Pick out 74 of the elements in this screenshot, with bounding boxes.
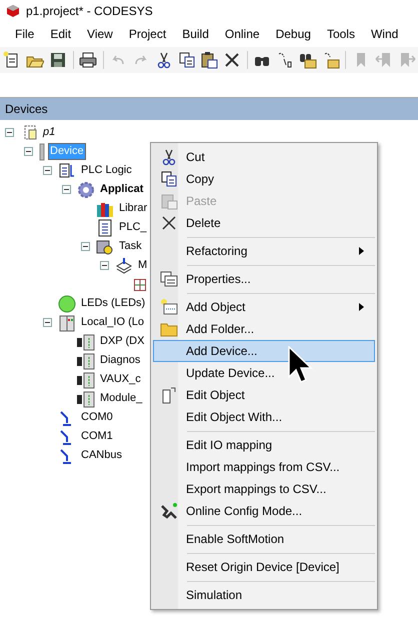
tree-item[interactable]: Module_ bbox=[99, 391, 144, 406]
menu-item[interactable]: View bbox=[79, 25, 121, 43]
properties-icon bbox=[160, 270, 178, 288]
tree-item[interactable]: PLC_ bbox=[118, 220, 148, 235]
collapse-toggle[interactable] bbox=[24, 147, 33, 156]
collapse-toggle[interactable] bbox=[43, 318, 52, 327]
collapse-toggle[interactable] bbox=[81, 242, 90, 251]
module-icon bbox=[77, 390, 95, 408]
module-icon bbox=[58, 314, 76, 332]
task-config-icon bbox=[96, 238, 114, 256]
logic-icon bbox=[58, 162, 76, 180]
gear-icon bbox=[77, 180, 95, 198]
panel-title: Devices bbox=[5, 101, 48, 118]
tree-item[interactable]: LEDs (LEDs) bbox=[80, 296, 146, 311]
context-menu-item[interactable]: Export mappings to CSV... bbox=[153, 478, 375, 500]
context-menu-item[interactable]: Reset Origin Device [Device] bbox=[153, 556, 375, 578]
context-menu-item[interactable]: Delete bbox=[153, 212, 375, 234]
tree-item[interactable]: CANbus bbox=[80, 448, 123, 463]
module-icon bbox=[77, 332, 95, 350]
stack-icon bbox=[115, 256, 133, 274]
context-menu-item[interactable]: Cut bbox=[153, 146, 375, 168]
tree-item[interactable]: Task bbox=[118, 239, 143, 254]
context-menu-item[interactable]: Refactoring bbox=[153, 240, 375, 262]
copy-icon bbox=[160, 170, 178, 188]
tree-item[interactable]: COM1 bbox=[80, 429, 114, 444]
collapse-toggle[interactable] bbox=[62, 185, 71, 194]
context-menu-item[interactable]: Add Device... bbox=[153, 340, 375, 362]
collapse-toggle[interactable] bbox=[43, 166, 52, 175]
context-menu-item[interactable]: Online Config Mode... bbox=[153, 500, 375, 522]
tree-item[interactable]: p1 bbox=[42, 125, 56, 140]
context-menu-item[interactable]: Copy bbox=[153, 168, 375, 190]
context-menu-item[interactable]: Add Object bbox=[153, 296, 375, 318]
tree-item[interactable]: PLC Logic bbox=[80, 163, 133, 178]
scissors-icon bbox=[160, 148, 178, 166]
tree-item[interactable]: DXP (DX bbox=[99, 334, 146, 349]
menu-item[interactable]: Debug bbox=[268, 25, 319, 43]
context-menu-item[interactable]: Import mappings from CSV... bbox=[153, 456, 375, 478]
module-icon bbox=[77, 370, 95, 388]
context-menu-item[interactable]: Update Device... bbox=[153, 362, 375, 384]
collapse-toggle[interactable] bbox=[100, 261, 109, 270]
window-title: p1.project* - CODESYS bbox=[26, 3, 153, 20]
tree-item[interactable]: Local_IO (Lo bbox=[80, 315, 145, 330]
tree-item[interactable]: COM0 bbox=[80, 410, 114, 425]
tree-item[interactable]: M bbox=[137, 258, 148, 273]
tree-item[interactable]: Applicat bbox=[99, 182, 144, 197]
context-menu-item[interactable]: Edit IO mapping bbox=[153, 434, 375, 456]
menu-item[interactable]: Edit bbox=[42, 25, 80, 43]
document-icon bbox=[96, 218, 114, 236]
led-icon bbox=[58, 294, 76, 312]
document-icon bbox=[160, 386, 178, 404]
collapse-toggle[interactable] bbox=[5, 128, 14, 137]
tree-item[interactable]: VAUX_c bbox=[99, 372, 142, 387]
context-menu-item[interactable]: Edit Object bbox=[153, 384, 375, 406]
app-logo-icon bbox=[6, 4, 20, 18]
module-icon bbox=[77, 352, 95, 370]
device-icon bbox=[39, 142, 45, 160]
mouse-pointer-icon bbox=[288, 346, 314, 384]
wrench-icon bbox=[160, 502, 178, 520]
context-menu-item[interactable]: Simulation bbox=[153, 584, 375, 606]
block-icon bbox=[134, 278, 146, 290]
add-object-icon bbox=[160, 298, 178, 316]
context-menu-item[interactable]: Edit Object With... bbox=[153, 406, 375, 428]
context-menu-item[interactable]: Add Folder... bbox=[153, 318, 375, 340]
menu-item[interactable]: Build bbox=[174, 25, 217, 43]
menu-item[interactable]: Project bbox=[120, 25, 174, 43]
delete-icon bbox=[160, 214, 178, 232]
menu-item[interactable]: Online bbox=[216, 25, 268, 43]
tree-item[interactable]: Librar bbox=[118, 201, 148, 216]
tree-item[interactable]: Diagnos bbox=[99, 353, 142, 368]
menu-item[interactable]: File bbox=[7, 25, 42, 43]
context-menu-item[interactable]: Enable SoftMotion bbox=[153, 528, 375, 550]
context-menu-item[interactable]: Properties... bbox=[153, 268, 375, 290]
menu-item[interactable]: Tools bbox=[318, 25, 363, 43]
menu-item[interactable]: Wind bbox=[362, 25, 406, 43]
